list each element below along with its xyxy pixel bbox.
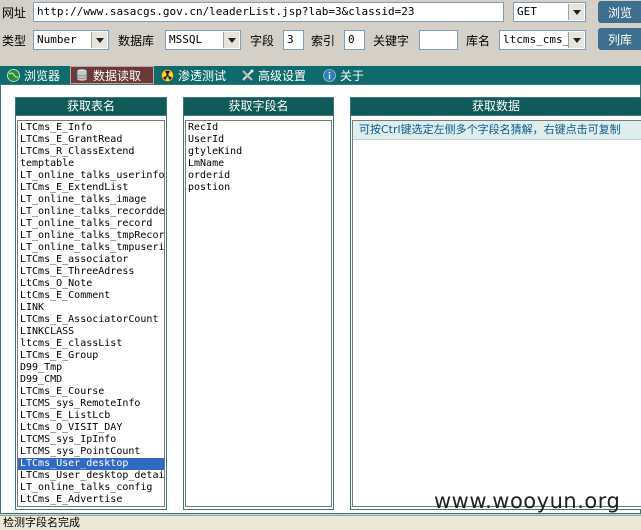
- tab-bar: 浏览器 数据读取 渗透测试 高级设置 关于: [0, 66, 641, 84]
- radiation-icon: [160, 68, 174, 82]
- list-item[interactable]: LTCms_User_desktop_detai: [18, 470, 164, 482]
- list-item[interactable]: LTCms_User_desktop: [18, 458, 164, 470]
- list-item[interactable]: LTCms_E_AssociatorCount: [18, 314, 164, 326]
- dbname-value: ltcms_cms_2: [503, 33, 576, 46]
- status-bar: 检测字段名完成: [0, 515, 641, 530]
- list-item[interactable]: LTCms_E_ThreeAdress: [18, 266, 164, 278]
- type-value: Number: [37, 33, 77, 46]
- list-item[interactable]: LTCms_E_ExtendList: [18, 182, 164, 194]
- list-item[interactable]: LT_online_talks_recordde: [18, 206, 164, 218]
- database-value: MSSQL: [169, 33, 203, 46]
- field-count-label: 字段: [250, 34, 275, 48]
- list-item[interactable]: temptable: [18, 158, 164, 170]
- tables-panel: 获取表名 LTCms_E_Info LTCms_E_GrantRead LTCms_…: [15, 97, 167, 510]
- tab-advanced-settings[interactable]: 高级设置: [236, 66, 316, 84]
- tables-list[interactable]: LTCms_E_Info LTCms_E_GrantRead LTCms_R_Cla…: [17, 120, 165, 507]
- list-item[interactable]: orderid: [186, 170, 331, 182]
- list-item[interactable]: LT_online_talks_record: [18, 218, 164, 230]
- database-label: 数据库: [118, 34, 155, 48]
- list-item[interactable]: LTCms_E_Group: [18, 350, 164, 362]
- list-item[interactable]: LINK: [18, 302, 164, 314]
- type-select[interactable]: Number: [33, 30, 109, 50]
- dbname-label: 库名: [466, 34, 491, 48]
- browse-button[interactable]: 浏览: [598, 1, 641, 23]
- info-icon: [322, 68, 336, 82]
- fields-panel-title: 获取字段名: [184, 98, 333, 116]
- list-item[interactable]: LmName: [186, 158, 331, 170]
- list-db-button[interactable]: 列库: [598, 28, 641, 50]
- tab-browser[interactable]: 浏览器: [2, 66, 68, 84]
- list-item[interactable]: postion: [186, 182, 331, 194]
- chevron-down-icon[interactable]: [568, 32, 584, 48]
- index-label: 索引: [311, 34, 336, 48]
- list-item[interactable]: LTCMS_sys_IpInfo: [18, 434, 164, 446]
- tools-icon: [240, 68, 254, 82]
- data-hint: 可按Ctrl键选定左侧多个字段名猜解，右键点击可复制: [353, 121, 641, 140]
- watermark-text: www.wooyun.org: [434, 489, 621, 513]
- list-item[interactable]: LTCms_E_ListLcb: [18, 410, 164, 422]
- fields-list[interactable]: RecId UserId gtyleKind LmName orderid postion: [185, 120, 332, 507]
- list-item[interactable]: RecId: [186, 122, 331, 134]
- keyword-input[interactable]: [419, 30, 458, 50]
- globe-icon: [6, 68, 20, 82]
- status-text: 检测字段名完成: [3, 516, 80, 529]
- list-item[interactable]: UserId: [186, 134, 331, 146]
- keyword-label: 关键字: [373, 34, 410, 48]
- database-icon: [75, 68, 89, 82]
- list-item[interactable]: D99_CMD: [18, 374, 164, 386]
- tab-data-read[interactable]: 数据读取: [70, 66, 154, 84]
- list-item[interactable]: LtCms_E_Comment: [18, 290, 164, 302]
- list-item[interactable]: LT_online_talks_userinfo: [18, 170, 164, 182]
- list-item[interactable]: LT_online_talks_tmpuseri: [18, 242, 164, 254]
- data-panel: 获取数据 可按Ctrl键选定左侧多个字段名猜解，右键点击可复制: [350, 97, 641, 510]
- chevron-down-icon[interactable]: [223, 32, 239, 48]
- tab-label: 高级设置: [258, 68, 307, 83]
- list-item[interactable]: LTCMS_sys_PointCount: [18, 446, 164, 458]
- list-item[interactable]: LTCms_R_ClassExtend: [18, 146, 164, 158]
- field-count-input[interactable]: 3: [283, 30, 304, 50]
- index-input[interactable]: 0: [344, 30, 365, 50]
- tab-label: 关于: [340, 68, 365, 83]
- list-item[interactable]: LTCms_E_associator: [18, 254, 164, 266]
- list-item[interactable]: LtCms_O_VISIT_DAY: [18, 422, 164, 434]
- data-panel-title: 获取数据: [351, 98, 641, 116]
- tab-label: 渗透测试: [178, 68, 227, 83]
- chevron-down-icon[interactable]: [568, 4, 584, 20]
- tab-pentest[interactable]: 渗透测试: [156, 66, 234, 84]
- list-item[interactable]: D99_Tmp: [18, 362, 164, 374]
- list-item[interactable]: LT_online_talks_tmpRecor: [18, 230, 164, 242]
- list-item[interactable]: LTCms_E_Info: [18, 122, 164, 134]
- list-item[interactable]: LTCMS_sys_RemoteInfo: [18, 398, 164, 410]
- method-value: GET: [517, 5, 537, 18]
- tab-about[interactable]: 关于: [318, 66, 376, 84]
- url-label: 网址: [2, 6, 27, 20]
- tab-label: 浏览器: [24, 68, 61, 83]
- tab-label: 数据读取: [93, 68, 142, 83]
- fields-panel: 获取字段名 RecId UserId gtyleKind LmName orderid p…: [183, 97, 334, 510]
- tables-panel-title: 获取表名: [16, 98, 166, 116]
- method-select[interactable]: GET: [513, 2, 586, 22]
- list-item[interactable]: LT_online_talks_image: [18, 194, 164, 206]
- list-item[interactable]: gtyleKind: [186, 146, 331, 158]
- list-item[interactable]: LtCms_E_Advertise: [18, 494, 164, 506]
- list-item[interactable]: ltcms_E_classList: [18, 338, 164, 350]
- list-item[interactable]: LT_online_talks_config: [18, 482, 164, 494]
- database-select[interactable]: MSSQL: [165, 30, 241, 50]
- type-label: 类型: [2, 34, 27, 48]
- list-item[interactable]: LTCms_E_Course: [18, 386, 164, 398]
- list-item[interactable]: LTCms_E_GrantRead: [18, 134, 164, 146]
- list-item[interactable]: LINKCLASS: [18, 326, 164, 338]
- url-input[interactable]: http://www.sasacgs.gov.cn/leaderList.jsp…: [33, 2, 504, 22]
- dbname-select[interactable]: ltcms_cms_2: [499, 30, 586, 50]
- list-item[interactable]: LtCms_O_Note: [18, 278, 164, 290]
- chevron-down-icon[interactable]: [91, 32, 107, 48]
- data-grid[interactable]: 可按Ctrl键选定左侧多个字段名猜解，右键点击可复制: [352, 120, 641, 507]
